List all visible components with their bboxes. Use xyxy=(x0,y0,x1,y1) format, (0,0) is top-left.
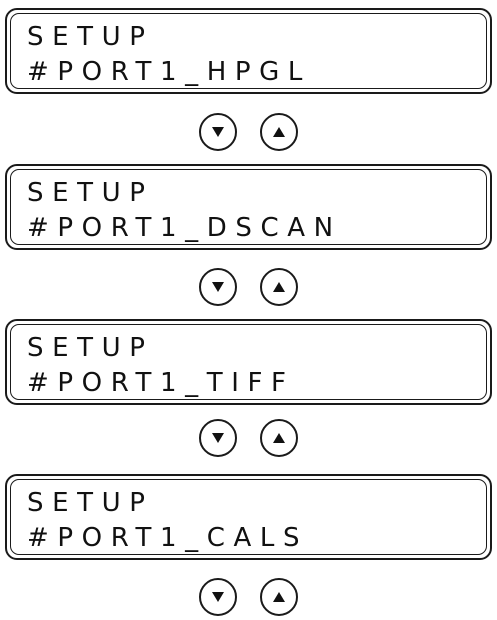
lcd-line-2: #PORT1_TIFF xyxy=(27,368,295,398)
lcd-line-1: SETUP xyxy=(27,22,154,52)
navigation-keys xyxy=(0,578,497,620)
down-triangle-icon xyxy=(212,282,224,292)
up-key-button[interactable] xyxy=(260,419,298,457)
lcd-screen-dscan: SETUP #PORT1_DSCAN xyxy=(5,164,492,250)
up-triangle-icon xyxy=(273,127,285,137)
up-key-button[interactable] xyxy=(260,113,298,151)
down-triangle-icon xyxy=(212,433,224,443)
lcd-line-1: SETUP xyxy=(27,488,154,518)
down-triangle-icon xyxy=(212,592,224,602)
lcd-screen-cals: SETUP #PORT1_CALS xyxy=(5,474,492,560)
navigation-keys xyxy=(0,419,497,461)
lcd-screen-tiff: SETUP #PORT1_TIFF xyxy=(5,319,492,405)
down-triangle-icon xyxy=(212,127,224,137)
lcd-line-1: SETUP xyxy=(27,178,154,208)
navigation-keys xyxy=(0,113,497,155)
up-triangle-icon xyxy=(273,433,285,443)
down-key-button[interactable] xyxy=(199,268,237,306)
lcd-line-2: #PORT1_CALS xyxy=(27,523,309,553)
up-triangle-icon xyxy=(273,592,285,602)
lcd-screen-hpgl: SETUP #PORT1_HPGL xyxy=(5,8,492,94)
up-key-button[interactable] xyxy=(260,268,298,306)
lcd-line-2: #PORT1_DSCAN xyxy=(27,213,342,243)
down-key-button[interactable] xyxy=(199,578,237,616)
down-key-button[interactable] xyxy=(199,113,237,151)
down-key-button[interactable] xyxy=(199,419,237,457)
lcd-line-2: #PORT1_HPGL xyxy=(27,57,311,87)
up-key-button[interactable] xyxy=(260,578,298,616)
lcd-line-1: SETUP xyxy=(27,333,154,363)
up-triangle-icon xyxy=(273,282,285,292)
navigation-keys xyxy=(0,268,497,310)
